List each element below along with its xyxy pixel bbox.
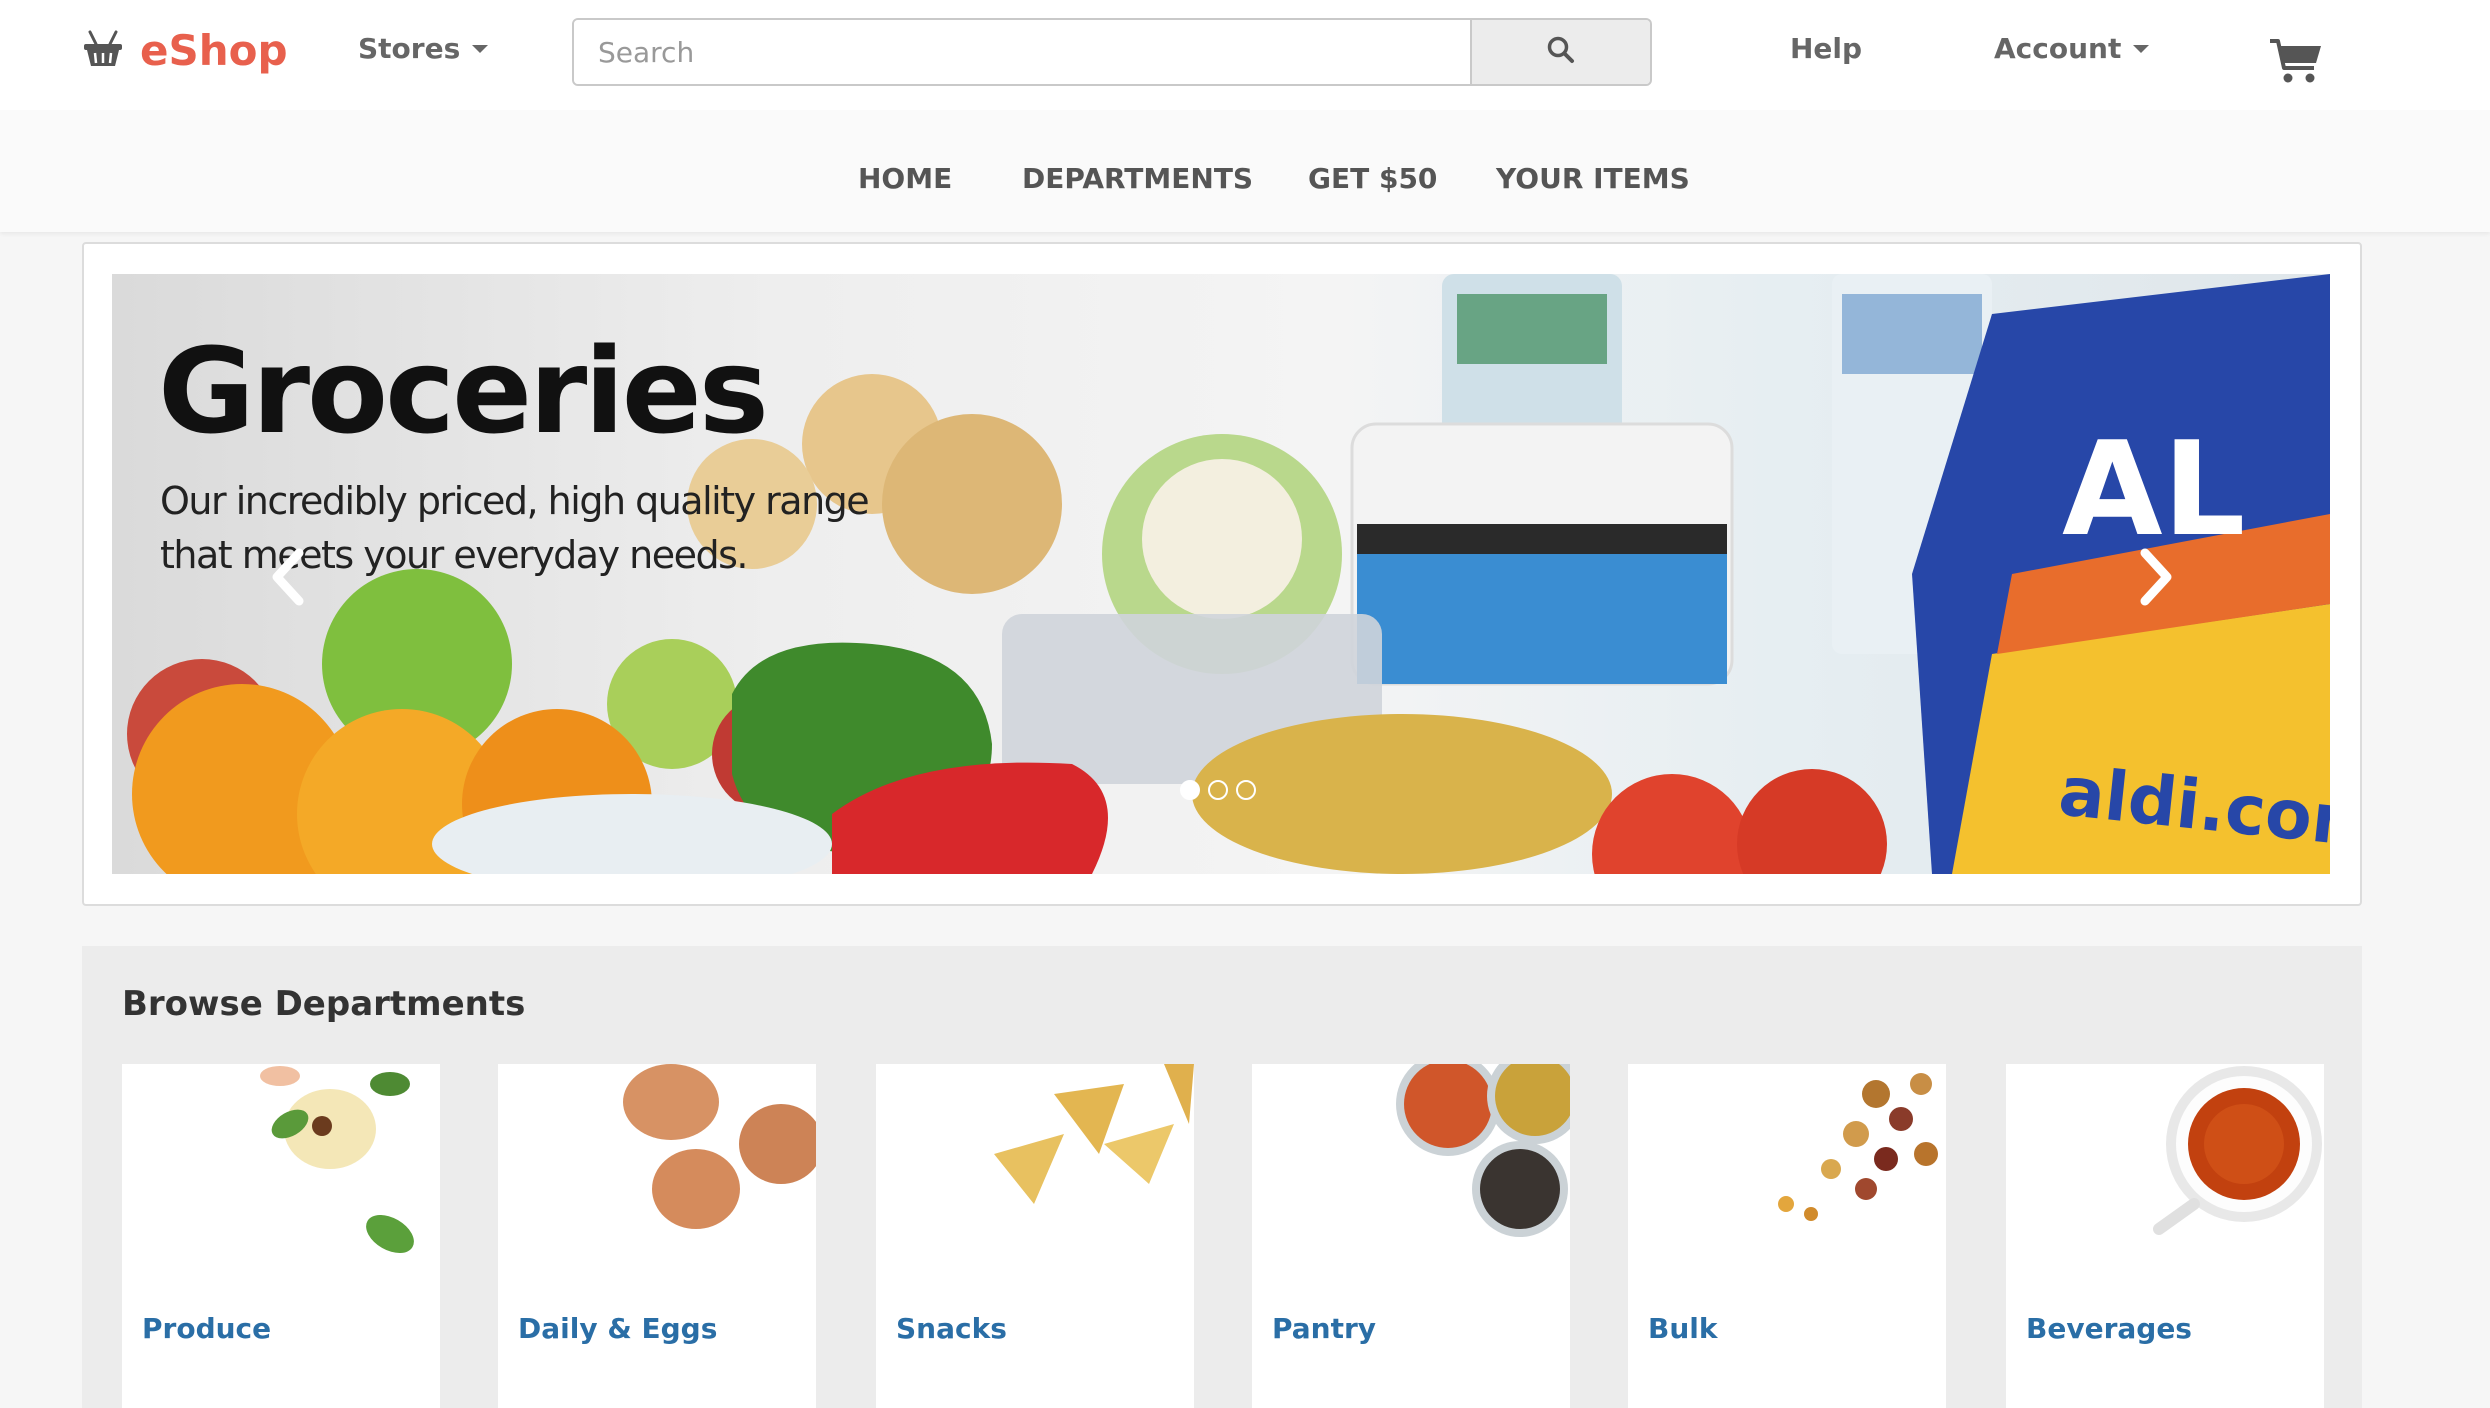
- nav-departments[interactable]: DEPARTMENTS: [1022, 162, 1253, 195]
- department-card-beverages[interactable]: Beverages: [2006, 1064, 2324, 1408]
- account-dropdown[interactable]: Account: [1994, 32, 2150, 65]
- carousel-next-button[interactable]: [2132, 544, 2182, 614]
- cart-icon: [2268, 39, 2324, 90]
- carousel-dot[interactable]: [1180, 780, 1200, 800]
- department-card-snacks[interactable]: Snacks: [876, 1064, 1194, 1408]
- account-label: Account: [1994, 32, 2122, 65]
- snacks-image: [994, 1064, 1194, 1204]
- caret-down-icon: [2133, 44, 2150, 53]
- section-title: Browse Departments: [122, 984, 526, 1024]
- department-label: Bulk: [1648, 1312, 1718, 1345]
- basket-icon: [82, 28, 124, 74]
- site-logo[interactable]: eShop: [82, 26, 288, 75]
- browse-departments-section: Browse Departments Produce Daily & Eggs …: [82, 946, 2362, 1408]
- help-link[interactable]: Help: [1790, 32, 1862, 65]
- search-button[interactable]: [1470, 20, 1650, 84]
- stores-label: Stores: [358, 32, 461, 65]
- cart-button[interactable]: [2268, 36, 2324, 90]
- department-card-pantry[interactable]: Pantry: [1252, 1064, 1570, 1408]
- nav-your-items[interactable]: YOUR ITEMS: [1496, 162, 1690, 195]
- logo-text: eShop: [140, 26, 288, 75]
- produce-image: [260, 1066, 414, 1253]
- carousel-dot[interactable]: [1208, 780, 1228, 800]
- department-label: Pantry: [1272, 1312, 1377, 1345]
- department-label: Beverages: [2026, 1312, 2192, 1345]
- hero-title: Groceries: [158, 322, 769, 460]
- stores-dropdown[interactable]: Stores: [358, 32, 489, 65]
- pantry-image: [1396, 1064, 1570, 1237]
- svg-text:AL: AL: [2062, 413, 2245, 565]
- nav-home[interactable]: HOME: [858, 162, 952, 195]
- department-card-produce[interactable]: Produce: [122, 1064, 440, 1408]
- beverages-image: [2153, 1066, 2322, 1235]
- eggs-image: [623, 1064, 816, 1229]
- carousel-indicators: [1180, 780, 1256, 800]
- chevron-right-icon: [2137, 547, 2177, 611]
- bulk-image: [1778, 1073, 1938, 1221]
- help-label: Help: [1790, 32, 1863, 65]
- chevron-left-icon: [267, 547, 307, 611]
- department-label: Daily & Eggs: [518, 1312, 718, 1345]
- nav-get-50[interactable]: GET $50: [1308, 162, 1437, 195]
- department-label: Snacks: [896, 1312, 1007, 1345]
- carousel-dot[interactable]: [1236, 780, 1256, 800]
- department-card-daily-eggs[interactable]: Daily & Eggs: [498, 1064, 816, 1408]
- caret-down-icon: [472, 44, 489, 53]
- search-bar: [572, 18, 1652, 86]
- search-input[interactable]: [574, 20, 1470, 84]
- search-icon: [1546, 35, 1576, 69]
- department-label: Produce: [142, 1312, 272, 1345]
- hero-banner[interactable]: AL aldi.com Groceries Our incredibly pri…: [112, 274, 2330, 874]
- site-header: eShop Stores Help Account: [0, 0, 2490, 232]
- department-card-bulk[interactable]: Bulk: [1628, 1064, 1946, 1408]
- carousel-prev-button[interactable]: [262, 544, 312, 614]
